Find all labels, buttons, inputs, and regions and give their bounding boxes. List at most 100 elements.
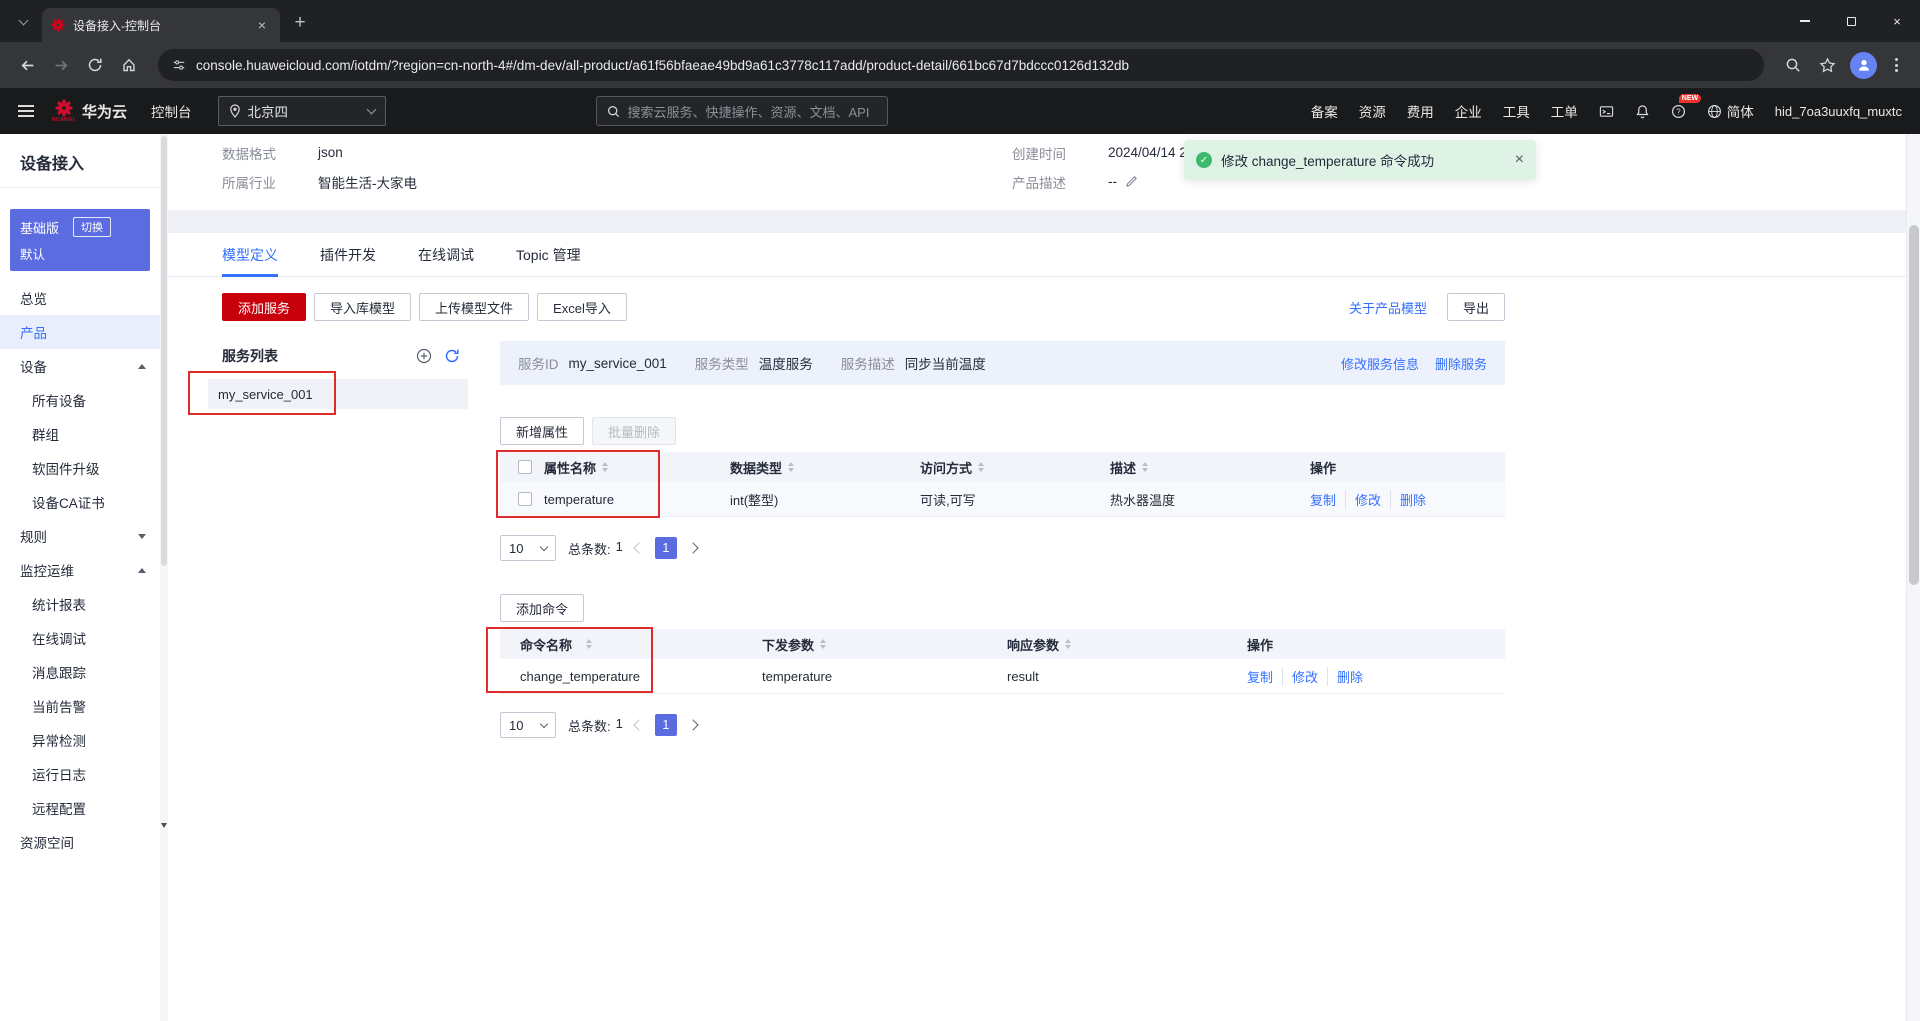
upload-model-file-button[interactable]: 上传模型文件 [419,293,530,321]
browser-menu-icon[interactable] [1885,58,1908,72]
language-switcher[interactable]: 简体 [1707,101,1754,121]
sidebar-scrollbar[interactable] [160,134,168,1021]
sidebar-item-resource-space[interactable]: 资源空间 [0,825,160,859]
select-all-checkbox[interactable] [518,460,532,474]
import-library-model-button[interactable]: 导入库模型 [314,293,412,321]
zoom-icon[interactable] [1778,50,1808,80]
refresh-button[interactable] [80,50,110,80]
sidebar-group-devices[interactable]: 设备 [0,349,160,383]
cloud-shell-icon[interactable] [1599,104,1614,119]
menu-item-billing[interactable]: 费用 [1407,101,1434,121]
service-list-item[interactable]: my_service_001 [188,371,468,415]
forward-button[interactable] [46,50,76,80]
copy-command-link[interactable]: 复制 [1247,667,1273,686]
sidebar-group-monitoring[interactable]: 监控运维 [0,553,160,587]
sidebar-item-remote-config[interactable]: 远程配置 [0,791,160,825]
page-size-select[interactable]: 10 [500,535,556,561]
region-selector[interactable]: 北京四 [217,96,386,126]
browser-tab[interactable]: 设备接入-控制台 × [42,8,280,42]
close-window-button[interactable]: × [1874,0,1920,42]
menu-item-beian[interactable]: 备案 [1311,101,1338,121]
next-page-icon[interactable] [687,719,699,731]
help-icon[interactable]: ? NEW [1671,93,1702,119]
sidebar-item-all-devices[interactable]: 所有设备 [0,383,160,417]
prev-page-icon[interactable] [633,719,645,731]
sidebar-item-reports[interactable]: 统计报表 [0,587,160,621]
address-bar[interactable]: console.huaweicloud.com/iotdm/?region=cn… [158,49,1764,81]
add-property-button[interactable]: 新增属性 [500,417,585,445]
add-service-icon[interactable] [416,348,432,364]
menu-item-resources[interactable]: 资源 [1359,101,1386,121]
delete-command-link[interactable]: 删除 [1327,666,1363,686]
account-name[interactable]: hid_7oa3uuxfq_muxtc [1775,104,1902,119]
page-number[interactable]: 1 [654,714,677,736]
site-settings-icon[interactable] [172,58,186,72]
modify-command-link[interactable]: 修改 [1282,666,1318,686]
tab-topic-management[interactable]: Topic 管理 [516,233,581,276]
close-toast-icon[interactable]: × [1515,151,1524,169]
bookmark-star-icon[interactable] [1812,50,1842,80]
sort-icon[interactable] [820,639,827,649]
menu-item-tickets[interactable]: 工单 [1551,101,1578,121]
console-link[interactable]: 控制台 [151,101,192,121]
sidebar-item-message-trace[interactable]: 消息跟踪 [0,655,160,689]
url-text[interactable]: console.huaweicloud.com/iotdm/?region=cn… [196,58,1129,73]
cloud-search-box[interactable]: 搜索云服务、快捷操作、资源、文档、API [595,96,888,126]
refresh-service-list-icon[interactable] [444,348,460,364]
tab-model-definition[interactable]: 模型定义 [222,233,278,277]
sidebar-item-products[interactable]: 产品 [0,315,160,349]
minimize-button[interactable] [1782,0,1828,42]
delete-property-link[interactable]: 删除 [1390,489,1426,509]
sidebar-item-firmware-upgrade[interactable]: 软固件升级 [0,451,160,485]
profile-avatar[interactable] [1850,51,1877,79]
huawei-cloud-logo[interactable]: HUAWEI 华为云 [52,99,127,123]
copy-property-link[interactable]: 复制 [1310,490,1336,509]
page-number[interactable]: 1 [654,537,677,559]
sort-icon[interactable] [1065,639,1072,649]
tab-search-button[interactable] [10,9,36,35]
edit-icon[interactable] [1125,175,1138,188]
sort-icon[interactable] [602,462,609,472]
sort-icon[interactable] [586,639,593,649]
modify-service-link[interactable]: 修改服务信息 [1341,354,1419,373]
menu-item-enterprise[interactable]: 企业 [1455,101,1482,121]
sidebar-item-online-debug[interactable]: 在线调试 [0,621,160,655]
new-tab-button[interactable]: + [286,9,314,37]
sidebar-item-anomaly-detection[interactable]: 异常检测 [0,723,160,757]
close-tab-icon[interactable]: × [253,16,271,34]
bell-icon[interactable] [1635,104,1650,119]
next-page-icon[interactable] [687,542,699,554]
sidebar-item-device-ca[interactable]: 设备CA证书 [0,485,160,519]
sidebar-item-overview[interactable]: 总览 [0,281,160,315]
row-checkbox[interactable] [518,492,532,506]
excel-import-button[interactable]: Excel导入 [537,293,627,321]
scrollbar-thumb[interactable] [1909,225,1919,585]
prev-page-icon[interactable] [633,542,645,554]
globe-icon [1707,104,1722,119]
sidebar-group-rules[interactable]: 规则 [0,519,160,553]
sidebar-item-run-logs[interactable]: 运行日志 [0,757,160,791]
add-command-button[interactable]: 添加命令 [500,594,585,622]
scroll-down-button[interactable] [160,818,168,832]
menu-item-tools[interactable]: 工具 [1503,101,1530,121]
tab-online-debug[interactable]: 在线调试 [418,233,474,276]
export-button[interactable]: 导出 [1446,293,1505,321]
home-button[interactable] [114,50,144,80]
sort-icon[interactable] [788,462,795,472]
hamburger-menu-icon[interactable] [18,104,34,118]
add-service-button[interactable]: 添加服务 [222,293,307,321]
scrollbar-thumb[interactable] [161,136,167,566]
maximize-button[interactable] [1828,0,1874,42]
page-scrollbar[interactable] [1906,134,1920,1021]
switch-edition-button[interactable]: 切换 [73,217,112,237]
delete-service-link[interactable]: 删除服务 [1435,354,1487,373]
back-button[interactable] [12,50,42,80]
about-product-model-link[interactable]: 关于产品模型 [1349,298,1427,317]
tab-plugin-development[interactable]: 插件开发 [320,233,376,276]
modify-property-link[interactable]: 修改 [1345,489,1381,509]
sidebar-item-current-alarms[interactable]: 当前告警 [0,689,160,723]
page-size-select[interactable]: 10 [500,712,556,738]
sidebar-item-groups[interactable]: 群组 [0,417,160,451]
sort-icon[interactable] [1142,462,1149,472]
sort-icon[interactable] [978,462,985,472]
